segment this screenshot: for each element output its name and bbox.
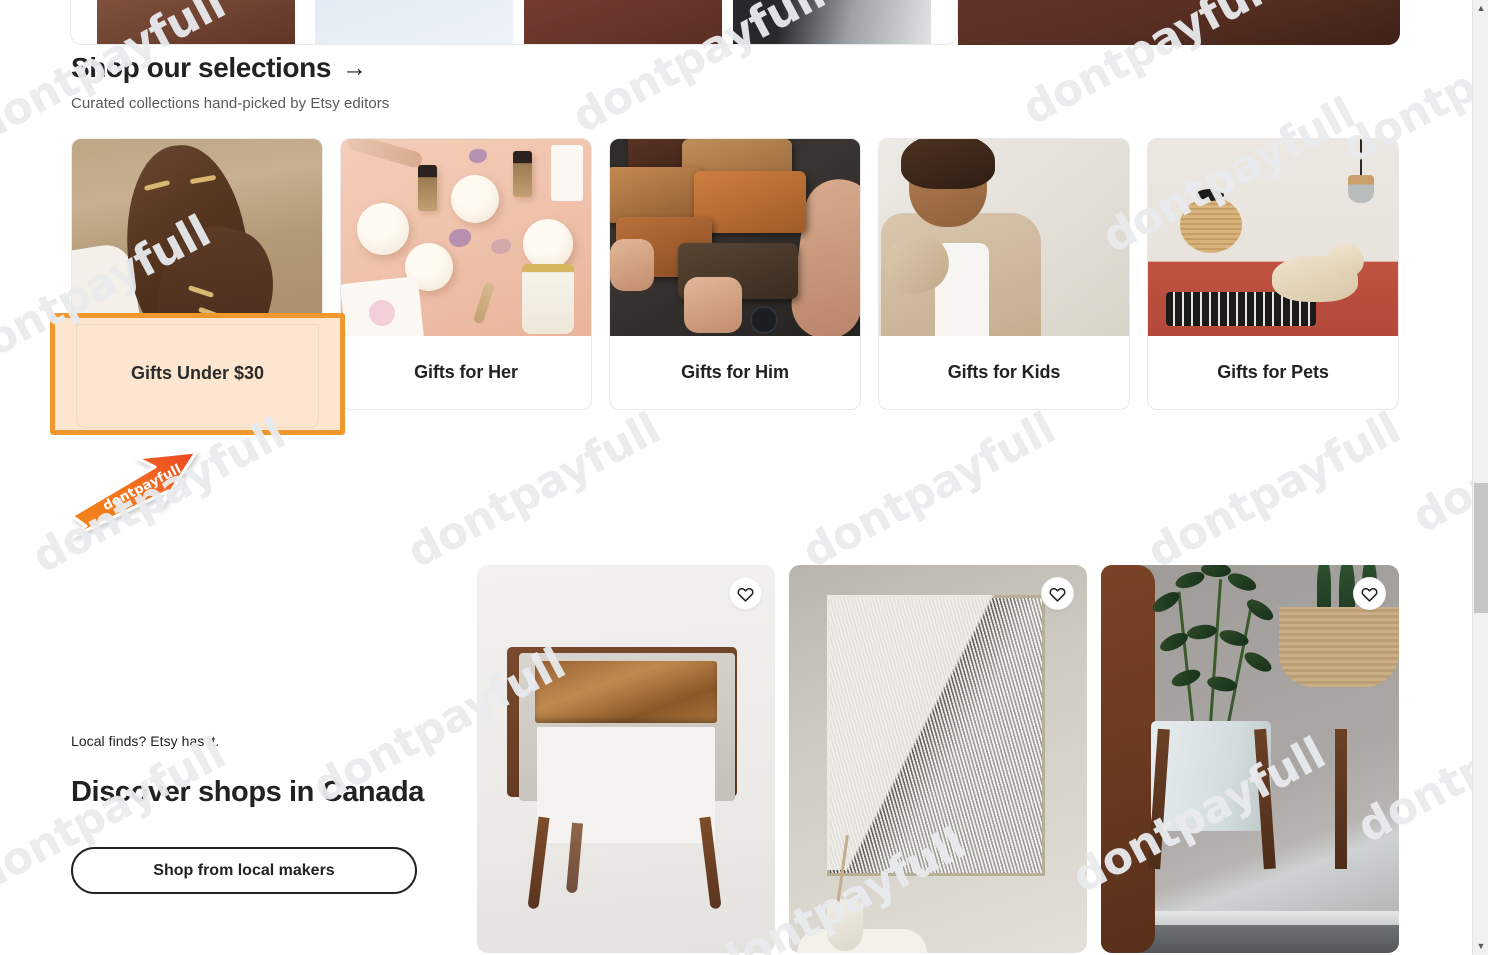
category-image bbox=[1148, 139, 1398, 336]
product-card[interactable] bbox=[1101, 565, 1399, 953]
page-canvas: Shop our selections → Curated collection… bbox=[0, 0, 1472, 955]
category-card-gifts-for-kids[interactable]: Gifts for Kids bbox=[878, 138, 1130, 410]
local-kicker-text: Local finds? Etsy has it. bbox=[71, 733, 220, 749]
category-card-gifts-for-her[interactable]: Gifts for Her bbox=[340, 138, 592, 410]
product-card[interactable] bbox=[789, 565, 1087, 953]
section-title-link[interactable]: Shop our selections → bbox=[71, 52, 389, 84]
watermark-text: dontpayfull bbox=[399, 402, 669, 579]
category-image bbox=[72, 139, 322, 336]
local-title: Discover shops in Canada bbox=[71, 776, 425, 808]
highlighted-category-target[interactable]: Gifts Under $30 bbox=[76, 324, 319, 428]
scrollbar-thumb[interactable] bbox=[1474, 483, 1488, 613]
highlighted-category-label: Gifts Under $30 bbox=[130, 362, 265, 383]
favorite-button[interactable] bbox=[1041, 577, 1074, 610]
watermark-text: dontpayfull bbox=[1139, 402, 1409, 579]
category-label: Gifts for Her bbox=[414, 362, 518, 382]
category-label: Gifts for Kids bbox=[947, 362, 1061, 382]
carousel-card-cutoff-wide[interactable] bbox=[958, 0, 1400, 45]
category-label: Gifts for Him bbox=[681, 362, 789, 382]
category-label: Gifts for Pets bbox=[1217, 362, 1329, 382]
product-card-row bbox=[477, 565, 1402, 955]
carousel-thumb[interactable] bbox=[97, 0, 295, 44]
page-title: Shop our selections bbox=[71, 52, 331, 83]
favorite-button[interactable] bbox=[1353, 577, 1386, 610]
heart-icon bbox=[1361, 587, 1378, 602]
heart-icon bbox=[1049, 587, 1066, 602]
annotation-arrow: dontpayfull bbox=[70, 446, 224, 546]
category-image bbox=[341, 139, 591, 336]
scroll-down-icon[interactable]: ▼ bbox=[1473, 938, 1488, 955]
category-card-gifts-for-pets[interactable]: Gifts for Pets bbox=[1147, 138, 1399, 410]
carousel-thumb[interactable] bbox=[733, 0, 931, 44]
category-image bbox=[610, 139, 860, 336]
heart-icon bbox=[737, 587, 754, 602]
section-subtitle: Curated collections hand-picked by Etsy … bbox=[71, 95, 390, 112]
watermark-text: dontpayfull bbox=[794, 402, 1064, 579]
carousel-thumb[interactable] bbox=[315, 0, 513, 44]
watermark-text: dontpayfull bbox=[1404, 367, 1472, 544]
section-header: Shop our selections → Curated collection… bbox=[71, 52, 389, 112]
category-image bbox=[879, 139, 1129, 336]
arrow-up-right-icon bbox=[70, 450, 198, 539]
product-card[interactable] bbox=[477, 565, 775, 953]
vertical-scrollbar[interactable]: ▲ ▼ bbox=[1472, 0, 1488, 955]
favorite-button[interactable] bbox=[729, 577, 762, 610]
carousel-card-cutoff[interactable] bbox=[70, 0, 958, 45]
scroll-up-icon[interactable]: ▲ bbox=[1473, 0, 1488, 17]
arrow-right-icon: → bbox=[342, 53, 367, 82]
highlight-annotation-box: Gifts Under $30 bbox=[50, 313, 345, 435]
shop-local-makers-button[interactable]: Shop from local makers bbox=[71, 847, 417, 894]
local-finds-block: Local finds? Etsy has it. Discover shops… bbox=[71, 733, 431, 894]
category-card-gifts-for-him[interactable]: Gifts for Him bbox=[609, 138, 861, 410]
carousel-thumb[interactable] bbox=[524, 0, 722, 44]
